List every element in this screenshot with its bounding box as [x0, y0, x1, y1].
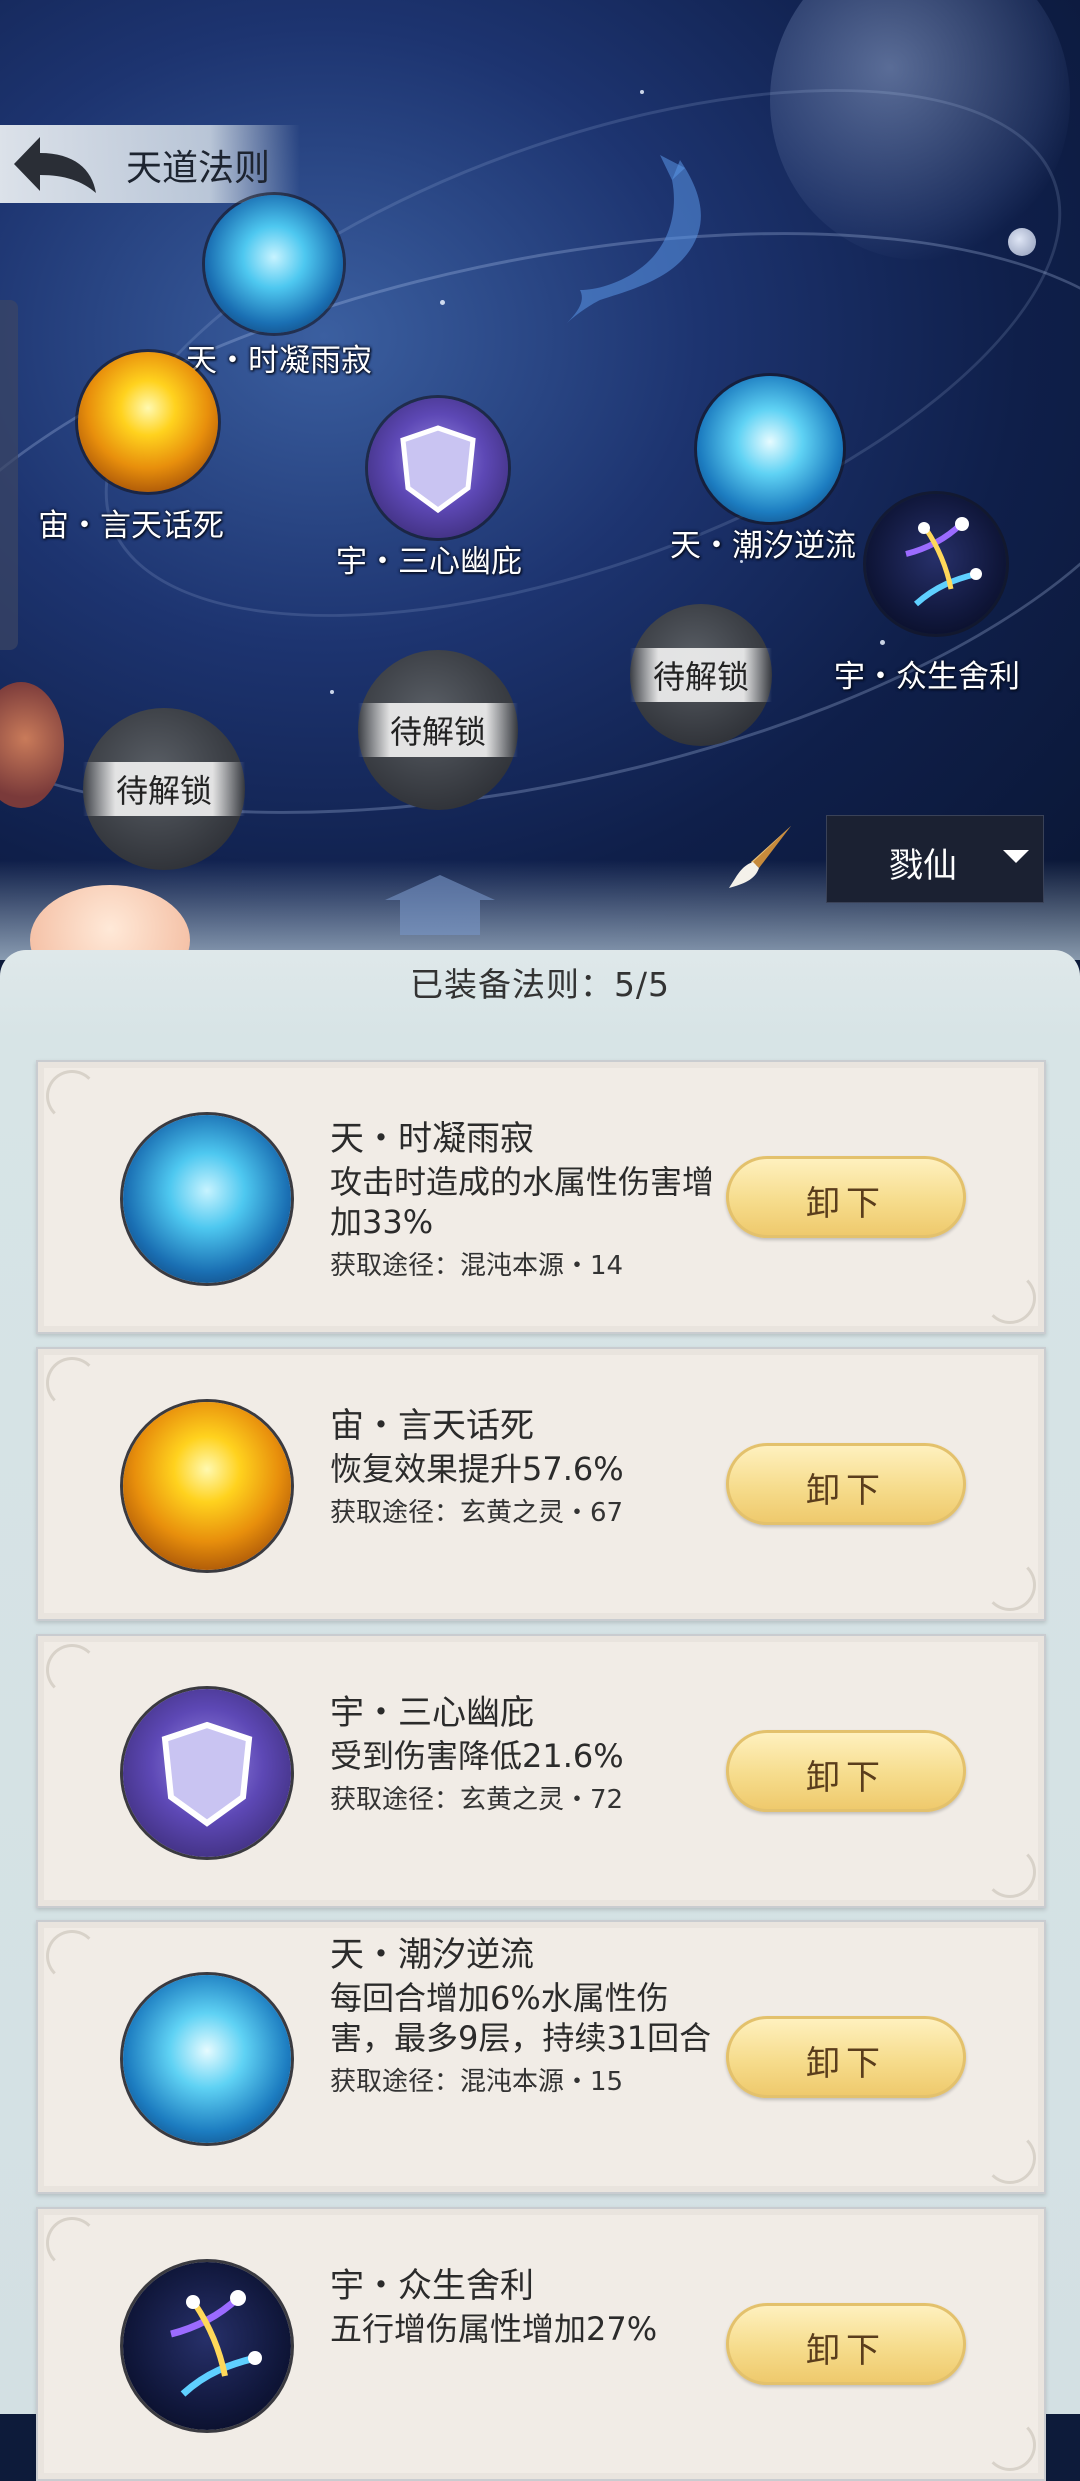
- rule-name: 天・时凝雨寂: [330, 1119, 534, 1159]
- comet-icon[interactable]: [866, 494, 1006, 634]
- faction-dropdown[interactable]: 戮仙: [826, 815, 1044, 903]
- rule-name: 宙・言天话死: [330, 1406, 534, 1446]
- top-header: 天道法则: [0, 125, 300, 203]
- locked-label: 待解锁: [358, 703, 518, 757]
- equipped-count: 已装备法则：5/5: [409, 965, 671, 1004]
- rule-card: 宇・众生舍利 五行增伤属性增加27% 卸下: [36, 2207, 1046, 2481]
- rule-card: 宇・三心幽庇 受到伤害降低21.6% 获取途径：玄黄之灵・72 卸下: [36, 1634, 1046, 1908]
- unequip-button[interactable]: 卸下: [726, 1156, 966, 1238]
- golden-light-icon: [123, 1402, 291, 1570]
- dropdown-selected-value: 戮仙: [889, 846, 957, 886]
- rule-name: 宇・三心幽庇: [330, 1693, 534, 1733]
- side-drawer-handle[interactable]: [0, 300, 18, 650]
- star: [640, 90, 644, 94]
- water-drop-icon[interactable]: [205, 195, 343, 333]
- unequip-button[interactable]: 卸下: [726, 1730, 966, 1812]
- unequip-button[interactable]: 卸下: [726, 1443, 966, 1525]
- comet-icon: [123, 2262, 291, 2430]
- page-title: 天道法则: [126, 148, 271, 189]
- back-arrow-icon[interactable]: [10, 133, 100, 195]
- node-label: 宇・三心幽庇: [336, 544, 522, 580]
- rule-source: 获取途径：混沌本源・15: [330, 2067, 624, 2097]
- rule-description: 恢复效果提升57.6%: [330, 1450, 624, 1488]
- unequip-button[interactable]: 卸下: [726, 2303, 966, 2385]
- locked-node[interactable]: 待解锁: [630, 604, 772, 746]
- chevron-down-icon: [1003, 850, 1029, 863]
- golden-light-icon[interactable]: [78, 352, 218, 492]
- node-label: 天・时凝雨寂: [186, 343, 372, 379]
- tide-wave-icon[interactable]: [697, 376, 843, 522]
- star-map: 天道法则 天・时凝雨寂 宙・言天话死 宇・三心幽庇 天・潮汐逆流 宇・众生舍利 …: [0, 0, 1080, 960]
- rule-description: 五行增伤属性增加27%: [330, 2310, 658, 2348]
- star: [330, 690, 334, 694]
- equipped-rules-panel: 已装备法则：5/5 天・时凝雨寂 攻击时造成的水属性伤害增加33% 获取途径：混…: [0, 950, 1080, 2481]
- rule-card: 天・时凝雨寂 攻击时造成的水属性伤害增加33% 获取途径：混沌本源・14 卸下: [36, 1060, 1046, 1334]
- star: [440, 300, 445, 305]
- locked-node[interactable]: 待解锁: [83, 708, 245, 870]
- rule-card: 宙・言天话死 恢复效果提升57.6% 获取途径：玄黄之灵・67 卸下: [36, 1347, 1046, 1621]
- whale-icon: [565, 155, 701, 325]
- shield-icon: [123, 1689, 291, 1857]
- locked-label: 待解锁: [630, 648, 772, 702]
- brush-icon[interactable]: [725, 822, 797, 894]
- rule-source: 获取途径：玄黄之灵・72: [330, 1785, 624, 1815]
- star: [880, 640, 885, 645]
- locked-label: 待解锁: [83, 762, 245, 816]
- node-label: 宇・众生舍利: [834, 659, 1020, 695]
- rule-source: 获取途径：混沌本源・14: [330, 1251, 624, 1281]
- node-label: 天・潮汐逆流: [670, 528, 856, 564]
- locked-node[interactable]: 待解锁: [358, 650, 518, 810]
- rule-name: 天・潮汐逆流: [330, 1935, 534, 1975]
- shield-icon[interactable]: [368, 398, 508, 538]
- rule-description: 攻击时造成的水属性伤害增加33%: [330, 1163, 715, 1241]
- water-drop-icon: [123, 1115, 291, 1283]
- palace-icon: [385, 875, 495, 935]
- tide-wave-icon: [123, 1975, 291, 2143]
- node-label: 宙・言天话死: [38, 508, 224, 544]
- unequip-button[interactable]: 卸下: [726, 2016, 966, 2098]
- rule-description: 每回合增加6%水属性伤害，最多9层，持续31回合: [330, 1979, 712, 2057]
- rule-description: 受到伤害降低21.6%: [330, 1737, 624, 1775]
- rule-source: 获取途径：玄黄之灵・67: [330, 1498, 624, 1528]
- rule-card: 天・潮汐逆流 每回合增加6%水属性伤害，最多9层，持续31回合 获取途径：混沌本…: [36, 1920, 1046, 2194]
- rule-name: 宇・众生舍利: [330, 2266, 534, 2306]
